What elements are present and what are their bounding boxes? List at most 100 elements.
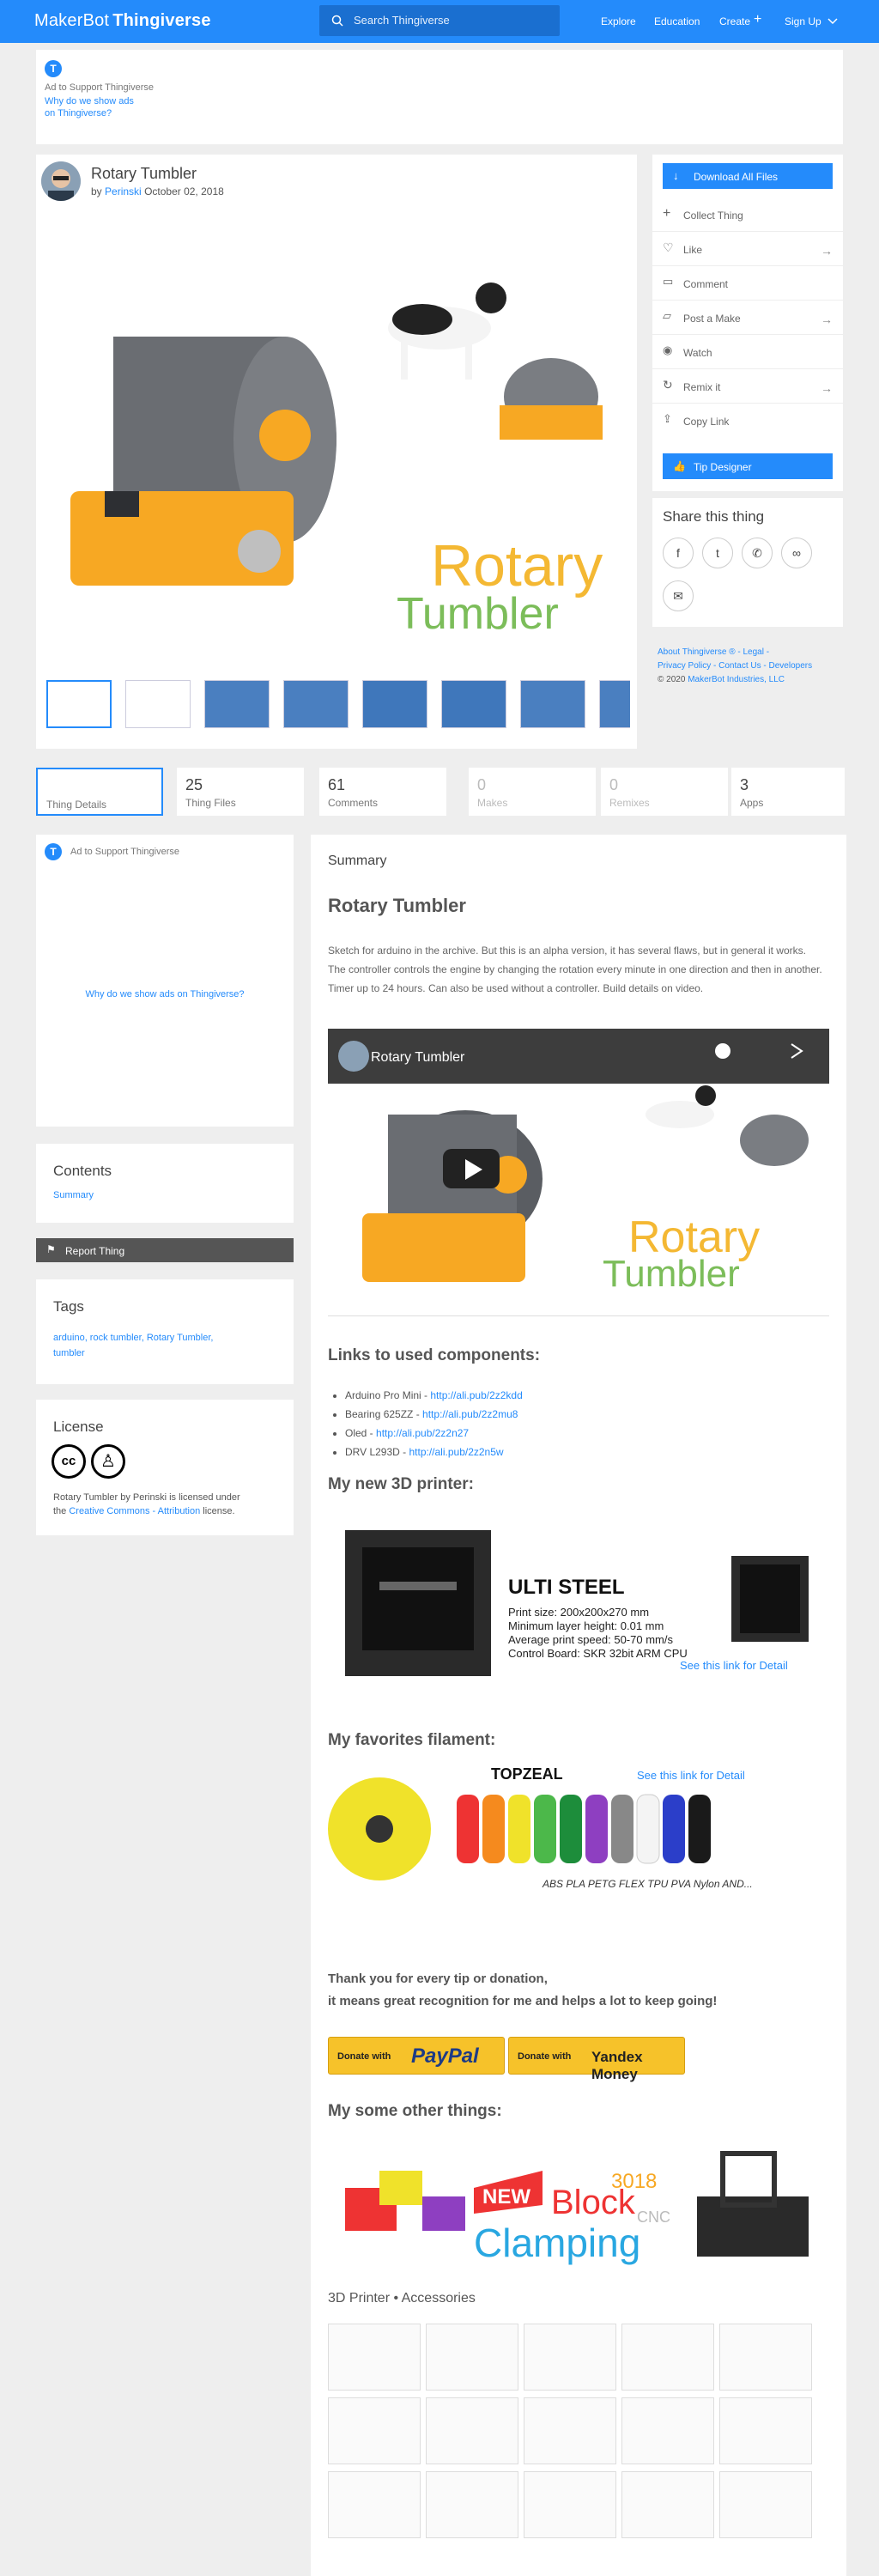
plus-icon[interactable]: +: [754, 12, 761, 27]
category-breadcrumb[interactable]: 3D Printer • Accessories: [328, 2291, 476, 2306]
author-avatar[interactable]: [41, 161, 81, 201]
top-ad-banner: T Ad to Support Thingiverse Why do we sh…: [36, 50, 843, 144]
facebook-icon[interactable]: f: [663, 538, 694, 568]
thumbnail[interactable]: [520, 680, 585, 728]
contents-card: Contents Summary: [36, 1144, 294, 1223]
thing-thumbnail[interactable]: [719, 2324, 812, 2391]
why-ads-link[interactable]: Why do we show ads: [45, 96, 134, 106]
privacy-link[interactable]: Privacy Policy: [658, 661, 711, 671]
arrow-right-icon: →: [821, 313, 833, 326]
nav-explore[interactable]: Explore: [601, 15, 636, 27]
watch-button[interactable]: ◉ Watch: [652, 335, 843, 369]
thumbnail[interactable]: [362, 680, 427, 728]
thing-thumbnail[interactable]: [621, 2324, 714, 2391]
printer-image[interactable]: ULTI STEEL Print size: 200x200x270 mm Mi…: [328, 1522, 829, 1685]
like-button[interactable]: ♡ Like →: [652, 232, 843, 266]
tags-list-2[interactable]: tumbler: [53, 1348, 85, 1358]
thing-thumbnail[interactable]: [524, 2471, 616, 2538]
why-ads-link-2[interactable]: on Thingiverse?: [45, 108, 112, 118]
tab-makes[interactable]: 0 Makes: [469, 768, 596, 816]
tab-count: 25: [185, 776, 203, 793]
tab-thing-files[interactable]: 25 Thing Files: [177, 768, 304, 816]
printer-detail-link[interactable]: See this link for Detail: [680, 1659, 788, 1672]
company-link[interactable]: MakerBot Industries, LLC: [688, 675, 785, 684]
hero-image[interactable]: Rotary Tumbler: [36, 208, 637, 671]
author-link[interactable]: Perinski: [105, 185, 142, 197]
tab-thing-details[interactable]: Thing Details: [36, 768, 163, 816]
copy-link-button[interactable]: ⇪ Copy Link: [652, 404, 843, 438]
filament-image[interactable]: TOPZEAL See this link for Detail ABS PLA…: [328, 1760, 829, 1898]
remix-button[interactable]: ↻ Remix it →: [652, 369, 843, 404]
thing-thumbnail[interactable]: [328, 2397, 421, 2464]
thumbnail[interactable]: [441, 680, 506, 728]
thing-thumbnail[interactable]: [621, 2397, 714, 2464]
thumbnail[interactable]: [204, 680, 270, 728]
contact-link[interactable]: Contact Us: [718, 661, 761, 671]
download-all-button[interactable]: ↓ Download All Files: [663, 163, 833, 189]
tab-label: Makes: [477, 797, 508, 809]
thing-thumbnail[interactable]: [426, 2397, 518, 2464]
logo-brand: MakerBot: [34, 11, 110, 30]
tags-list[interactable]: arduino, rock tumbler, Rotary Tumbler,: [53, 1333, 213, 1343]
summary-description: Sketch for arduino in the archive. But t…: [328, 945, 822, 994]
about-link[interactable]: About Thingiverse ®: [658, 647, 736, 657]
link-icon[interactable]: ∞: [781, 538, 812, 568]
component-link[interactable]: http://ali.pub/2z2kdd: [430, 1389, 522, 1401]
other-things-image[interactable]: NEW Block Clamping 3018 CNC: [328, 2145, 829, 2272]
thumbnail[interactable]: [599, 680, 630, 728]
thing-thumbnail[interactable]: [328, 2324, 421, 2391]
whatsapp-icon[interactable]: ✆: [742, 538, 773, 568]
thumbnail[interactable]: [125, 680, 191, 728]
tab-apps[interactable]: 3 Apps: [731, 768, 845, 816]
collect-thing-button[interactable]: + Collect Thing: [652, 197, 843, 232]
attribution-icon: ♙: [91, 1444, 125, 1479]
comment-icon: ▭: [663, 275, 674, 288]
search-input[interactable]: Search Thingiverse: [319, 5, 560, 36]
thing-thumbnail[interactable]: [621, 2471, 714, 2538]
developers-link[interactable]: Developers: [769, 661, 813, 671]
thing-thumbnail[interactable]: [426, 2471, 518, 2538]
tab-comments[interactable]: 61 Comments: [319, 768, 446, 816]
post-make-button[interactable]: ▱ Post a Make →: [652, 301, 843, 335]
tab-remixes[interactable]: 0 Remixes: [601, 768, 728, 816]
filament-detail-link[interactable]: See this link for Detail: [637, 1769, 745, 1782]
filament-types: ABS PLA PETG FLEX TPU PVA Nylon AND...: [542, 1878, 753, 1890]
thing-thumbnail[interactable]: [426, 2324, 518, 2391]
component-name: Bearing 625ZZ -: [345, 1408, 423, 1420]
contents-summary-link[interactable]: Summary: [53, 1190, 94, 1200]
component-link[interactable]: http://ali.pub/2z2n5w: [409, 1446, 503, 1458]
filament-heading: My favorites filament:: [328, 1731, 496, 1749]
nav-sign-up[interactable]: Sign Up: [785, 15, 821, 27]
remix-label: Remix it: [683, 381, 721, 393]
donate-paypal-button[interactable]: Donate with PayPal: [328, 2037, 505, 2075]
nav-education[interactable]: Education: [654, 15, 700, 27]
tip-designer-button[interactable]: 👍 Tip Designer: [663, 453, 833, 479]
printer-brand: ULTI STEEL: [508, 1576, 625, 1599]
report-thing-button[interactable]: ⚑ Report Thing: [36, 1238, 294, 1262]
why-ads-link[interactable]: Why do we show ads on Thingiverse?: [36, 989, 294, 999]
thumbnail[interactable]: [283, 680, 349, 728]
thing-thumbnail[interactable]: [719, 2471, 812, 2538]
youtube-video[interactable]: Rotary Tumbler Rotary Tumbler: [328, 1029, 829, 1312]
donate-yandex-button[interactable]: Donate with Yandex Money: [508, 2037, 685, 2082]
nav-create[interactable]: Create: [719, 15, 750, 27]
flag-icon: ⚑: [46, 1243, 56, 1255]
thing-thumbnail[interactable]: [719, 2397, 812, 2464]
email-icon[interactable]: ✉: [663, 580, 694, 611]
makerbot-thingiverse-logo[interactable]: MakerBot Thingiverse: [34, 11, 211, 31]
thanks-message: Thank you for every tip or donation, it …: [328, 1968, 717, 2013]
cc-attribution-link[interactable]: Creative Commons - Attribution: [69, 1506, 200, 1516]
license-text-1: Rotary Tumbler by Perinski is licensed u…: [53, 1492, 240, 1503]
thing-thumbnail[interactable]: [328, 2471, 421, 2538]
legal-link[interactable]: Legal: [743, 647, 763, 657]
component-link[interactable]: http://ali.pub/2z2n27: [376, 1427, 469, 1439]
thing-thumbnail[interactable]: [524, 2324, 616, 2391]
thing-thumbnail[interactable]: [524, 2397, 616, 2464]
component-link[interactable]: http://ali.pub/2z2mu8: [422, 1408, 518, 1420]
chevron-down-icon[interactable]: [827, 18, 838, 25]
thumbnail[interactable]: [46, 680, 112, 728]
download-icon: ↓: [673, 169, 679, 182]
twitter-icon[interactable]: t: [702, 538, 733, 568]
ad-label: Ad to Support Thingiverse: [70, 847, 179, 857]
comment-button[interactable]: ▭ Comment: [652, 266, 843, 301]
